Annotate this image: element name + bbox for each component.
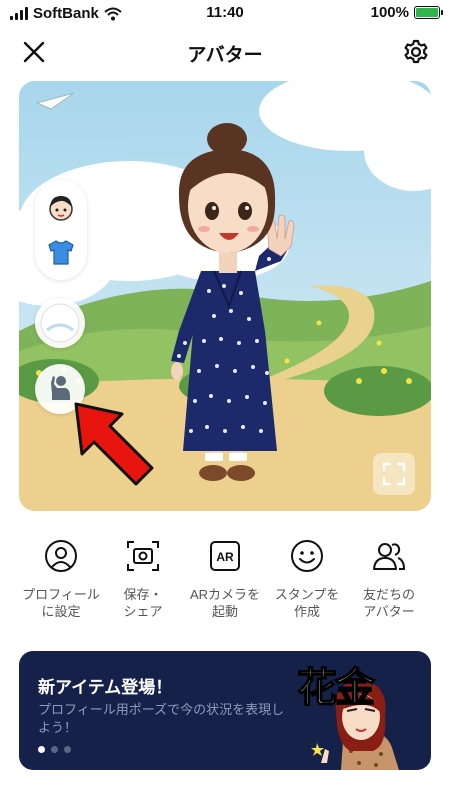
banner-art-text: 花金 — [296, 664, 376, 712]
save-share-button[interactable]: 保存・ シェア — [100, 538, 186, 620]
new-items-banner[interactable]: 新アイテム登場！ プロフィール用ポーズで今の状況を表現しよう！ 花金 — [19, 651, 431, 770]
header: アバター — [0, 30, 450, 74]
fullscreen-button[interactable] — [373, 453, 415, 495]
friends-avatar-label: 友だちの アバター — [362, 587, 415, 619]
create-sticker-button[interactable]: スタンプを 作成 — [264, 538, 350, 620]
settings-button[interactable] — [400, 36, 432, 68]
carousel-dot[interactable] — [64, 746, 71, 753]
battery-percent: 100% — [370, 4, 409, 21]
battery-icon — [414, 6, 443, 19]
friends-avatar-button[interactable]: 友だちの アバター — [346, 538, 432, 620]
carousel-dots[interactable] — [38, 746, 71, 753]
profile-icon — [45, 540, 77, 572]
avatar-actions: プロフィール に設定 保存・ シェア AR ARカメラを 起動 スタンプを 作成 — [0, 538, 450, 628]
face-icon — [49, 196, 73, 221]
red-arrow-annotation — [74, 402, 154, 486]
page-title: アバター — [187, 45, 263, 66]
fullscreen-icon — [382, 462, 406, 486]
set-profile-button[interactable]: プロフィール に設定 — [18, 538, 104, 620]
background-icon — [40, 303, 80, 343]
gear-icon — [404, 39, 428, 64]
ar-icon: AR — [210, 541, 240, 571]
carousel-dot[interactable] — [51, 746, 58, 753]
ar-badge-text: AR — [216, 550, 234, 564]
ar-camera-button[interactable]: AR ARカメラを 起動 — [182, 538, 268, 620]
background-button[interactable] — [35, 298, 85, 348]
banner-title: 新アイテム登場！ — [38, 678, 173, 697]
banner-subtitle: プロフィール用ポーズで今の状況を表現しよう！ — [38, 702, 285, 735]
save-share-label: 保存・ シェア — [123, 587, 163, 619]
status-right: 100% — [370, 4, 443, 21]
smile-icon — [291, 540, 323, 572]
camera-icon — [127, 541, 159, 571]
outfit-edit-button[interactable] — [45, 236, 77, 268]
friends-icon — [373, 543, 406, 570]
carousel-dot[interactable] — [38, 746, 45, 753]
ar-camera-label: ARカメラを 起動 — [189, 587, 261, 619]
set-profile-label: プロフィール に設定 — [22, 587, 100, 619]
create-sticker-label: スタンプを 作成 — [274, 587, 340, 619]
status-bar: SoftBank 11:40 100% — [0, 0, 450, 26]
avatar-edit-menu — [35, 180, 87, 280]
face-edit-button[interactable] — [45, 192, 77, 224]
shirt-icon — [48, 240, 74, 265]
